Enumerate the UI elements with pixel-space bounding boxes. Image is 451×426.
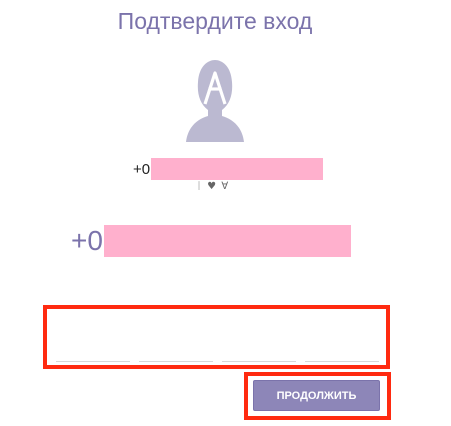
user-nickname: ᛁ ♥ ∀ [196,181,230,192]
page-title: Подтвердите вход [117,8,313,34]
phone-number-large: +0 [71,225,351,257]
phone-prefix-large: +0 [71,225,103,256]
phone-number-small: +0 [133,158,324,180]
code-digit-1[interactable] [56,347,130,362]
phone-redaction-large [103,225,351,257]
phone-redaction-small [151,158,324,180]
phone-prefix-small: +0 [133,160,151,178]
user-silhouette-icon [186,60,244,142]
verification-code-group [43,305,390,369]
continue-button[interactable]: ПРОДОЛЖИТЬ [253,380,380,411]
continue-button-highlight: ПРОДОЛЖИТЬ [244,372,391,420]
code-digit-4[interactable] [305,347,379,362]
code-digit-3[interactable] [222,347,296,362]
code-digit-2[interactable] [139,347,213,362]
